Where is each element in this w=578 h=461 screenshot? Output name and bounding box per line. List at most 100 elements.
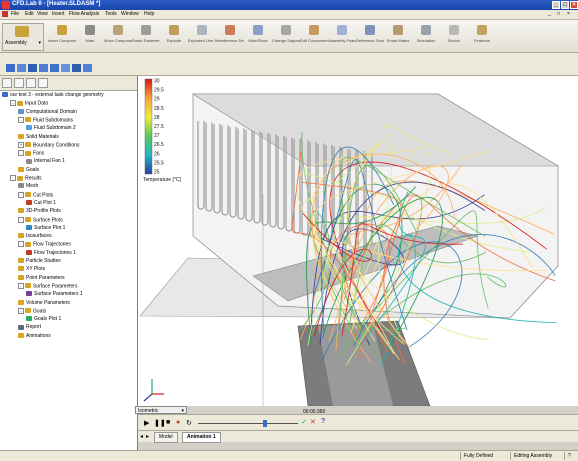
menu-help[interactable]: Help	[144, 11, 154, 17]
doc-restore-button[interactable]: □	[557, 11, 560, 17]
property-manager-tab-icon[interactable]	[14, 78, 24, 88]
menu-edit[interactable]: Edit	[25, 11, 34, 17]
exploded-line-sketch-button[interactable]: Exploded Line Sketch	[188, 23, 216, 49]
insert-components-button[interactable]: Insert Components	[48, 23, 76, 49]
change-suppression-button[interactable]: Change Suppression	[272, 23, 300, 49]
tree-item[interactable]: XY Plots	[18, 266, 45, 273]
tree-item[interactable]: Isosurfaces	[18, 233, 52, 240]
collapse-icon[interactable]: -	[18, 307, 24, 314]
explode-button[interactable]: Explode	[164, 23, 184, 49]
tree-item[interactable]: - Fluid Subdomains	[18, 116, 73, 124]
tree-item[interactable]: Surface Parameters 1	[26, 291, 83, 298]
tree-item[interactable]: - Input Data	[10, 100, 48, 107]
tab-scroll-right-icon[interactable]: ▸	[146, 433, 149, 440]
close-window-button[interactable]: ×	[570, 1, 578, 9]
simulation-button[interactable]: Simulation	[416, 23, 436, 49]
tree-item[interactable]: - Goals	[18, 307, 46, 315]
collapse-icon[interactable]: -	[18, 282, 24, 289]
tree-item[interactable]: - Surface Plots	[18, 216, 63, 224]
tree-item[interactable]: Surface Plot 1	[26, 225, 65, 232]
tree-item[interactable]: - Surface Parameters	[18, 282, 77, 290]
collapse-icon[interactable]: -	[18, 241, 24, 248]
tree-item[interactable]: + Boundary Conditions	[18, 141, 79, 149]
mate-button[interactable]: Mate	[80, 23, 100, 49]
features-button[interactable]: Features	[472, 23, 492, 49]
expand-icon[interactable]: +	[18, 141, 24, 148]
select-icon[interactable]	[61, 64, 70, 72]
orientation-dropdown[interactable]: Isometric ▾	[135, 406, 187, 414]
doc-close-button[interactable]: ×	[567, 11, 570, 17]
tab-scroll-left-icon[interactable]: ◂	[140, 433, 143, 440]
tree-item[interactable]: Fluid Subdomain 2	[26, 125, 76, 132]
tree-item[interactable]: our test 3 - external task change geomet…	[2, 92, 104, 99]
help-status-icon[interactable]: ?	[564, 452, 571, 460]
options-icon[interactable]	[83, 64, 92, 72]
tree-item[interactable]: Volume Parameters	[18, 300, 70, 307]
cfd-analysis-tab-icon[interactable]	[38, 78, 48, 88]
tree-item[interactable]: Animations	[18, 333, 51, 340]
collapse-icon[interactable]: -	[10, 175, 16, 181]
tree-item[interactable]: Report	[18, 324, 41, 331]
move-component-button[interactable]: Move Component	[104, 23, 132, 49]
open-icon[interactable]	[17, 64, 26, 72]
tree-item[interactable]: Computational Domain	[18, 109, 77, 116]
tree-item[interactable]: Solid Materials	[18, 134, 59, 141]
stop-icon[interactable]: ■	[166, 419, 170, 426]
help-icon[interactable]: ?	[321, 418, 325, 425]
tree-item[interactable]: - Flow Trajectories	[18, 241, 71, 248]
tree-item[interactable]: Goals	[18, 167, 39, 174]
tree-item[interactable]: - Cut Plots	[18, 191, 53, 199]
maximize-button[interactable]: □	[561, 1, 569, 9]
configuration-manager-tab-icon[interactable]	[26, 78, 36, 88]
collapse-icon[interactable]: -	[18, 216, 24, 223]
tree-item[interactable]: Internal Fan 1	[26, 158, 65, 165]
tree-item[interactable]: Point Parameters	[18, 275, 65, 282]
timeline-handle[interactable]	[263, 420, 267, 427]
smart-mates-button[interactable]: Smart Mates	[387, 23, 409, 49]
interference-detection-button[interactable]: Interference Detection	[216, 23, 244, 49]
assembly-dropdown[interactable]: Assembly ▾	[2, 23, 44, 51]
menu-file[interactable]: File	[11, 11, 19, 17]
timeline-slider[interactable]	[198, 423, 298, 424]
smart-fasteners-button[interactable]: Smart Fasteners	[132, 23, 160, 49]
minimize-button[interactable]: _	[552, 1, 560, 9]
tree-item[interactable]: Flow Trajectories 1	[26, 250, 76, 257]
tree-item[interactable]: Particle Studies	[18, 258, 61, 265]
hide-show-button[interactable]: Hide/Show	[248, 23, 268, 49]
tab-animation-1[interactable]: Animation 1	[182, 432, 221, 443]
record-icon[interactable]: ●	[176, 419, 180, 426]
menu-tools[interactable]: Tools	[105, 11, 117, 17]
menu-flow-analysis[interactable]: Flow Analysis	[69, 11, 99, 17]
print-icon[interactable]	[39, 64, 48, 72]
doc-minimize-button[interactable]: _	[548, 11, 551, 17]
play-icon[interactable]: ▶	[144, 419, 149, 427]
menu-view[interactable]: View	[37, 11, 48, 17]
loop-icon[interactable]: ↻	[186, 419, 192, 427]
tree-item[interactable]: 3D-Profile Plots	[18, 208, 61, 215]
reference-geometry-button[interactable]: Reference Geometry	[356, 23, 384, 49]
app-menu-icon[interactable]	[2, 11, 8, 17]
menu-insert[interactable]: Insert	[52, 11, 65, 17]
feature-manager-tab-icon[interactable]	[2, 78, 12, 88]
collapse-icon[interactable]: -	[18, 150, 24, 157]
sketch-button[interactable]: Sketch	[444, 23, 464, 49]
graphics-viewport[interactable]: 30 29.5 29 28.5 28 27.5 27 26.5 26 25.5 25 Tempera…	[138, 76, 578, 406]
tree-item[interactable]: - Fans	[18, 150, 44, 157]
menu-window[interactable]: Window	[121, 11, 139, 17]
collapse-icon[interactable]: -	[18, 116, 24, 123]
rebuild-icon[interactable]	[72, 64, 81, 72]
undo-icon[interactable]	[50, 64, 59, 72]
tree-item[interactable]: Cut Plot 1	[26, 200, 56, 207]
new-document-icon[interactable]	[6, 64, 15, 72]
pause-icon[interactable]: ❚❚	[154, 419, 166, 427]
check-icon[interactable]: ✓	[301, 418, 307, 426]
edit-component-button[interactable]: Edit Component	[300, 23, 328, 49]
collapse-icon[interactable]: -	[18, 191, 24, 198]
tree-item[interactable]: - Results	[10, 175, 42, 182]
assembly-features-button[interactable]: Assembly Features	[328, 23, 356, 49]
tree-item[interactable]: Goals Plot 1	[26, 316, 61, 323]
close-icon[interactable]: ✕	[310, 418, 316, 426]
tab-model[interactable]: Model	[154, 432, 178, 443]
save-icon[interactable]	[28, 64, 37, 72]
tree-item[interactable]: Mesh	[18, 183, 38, 190]
